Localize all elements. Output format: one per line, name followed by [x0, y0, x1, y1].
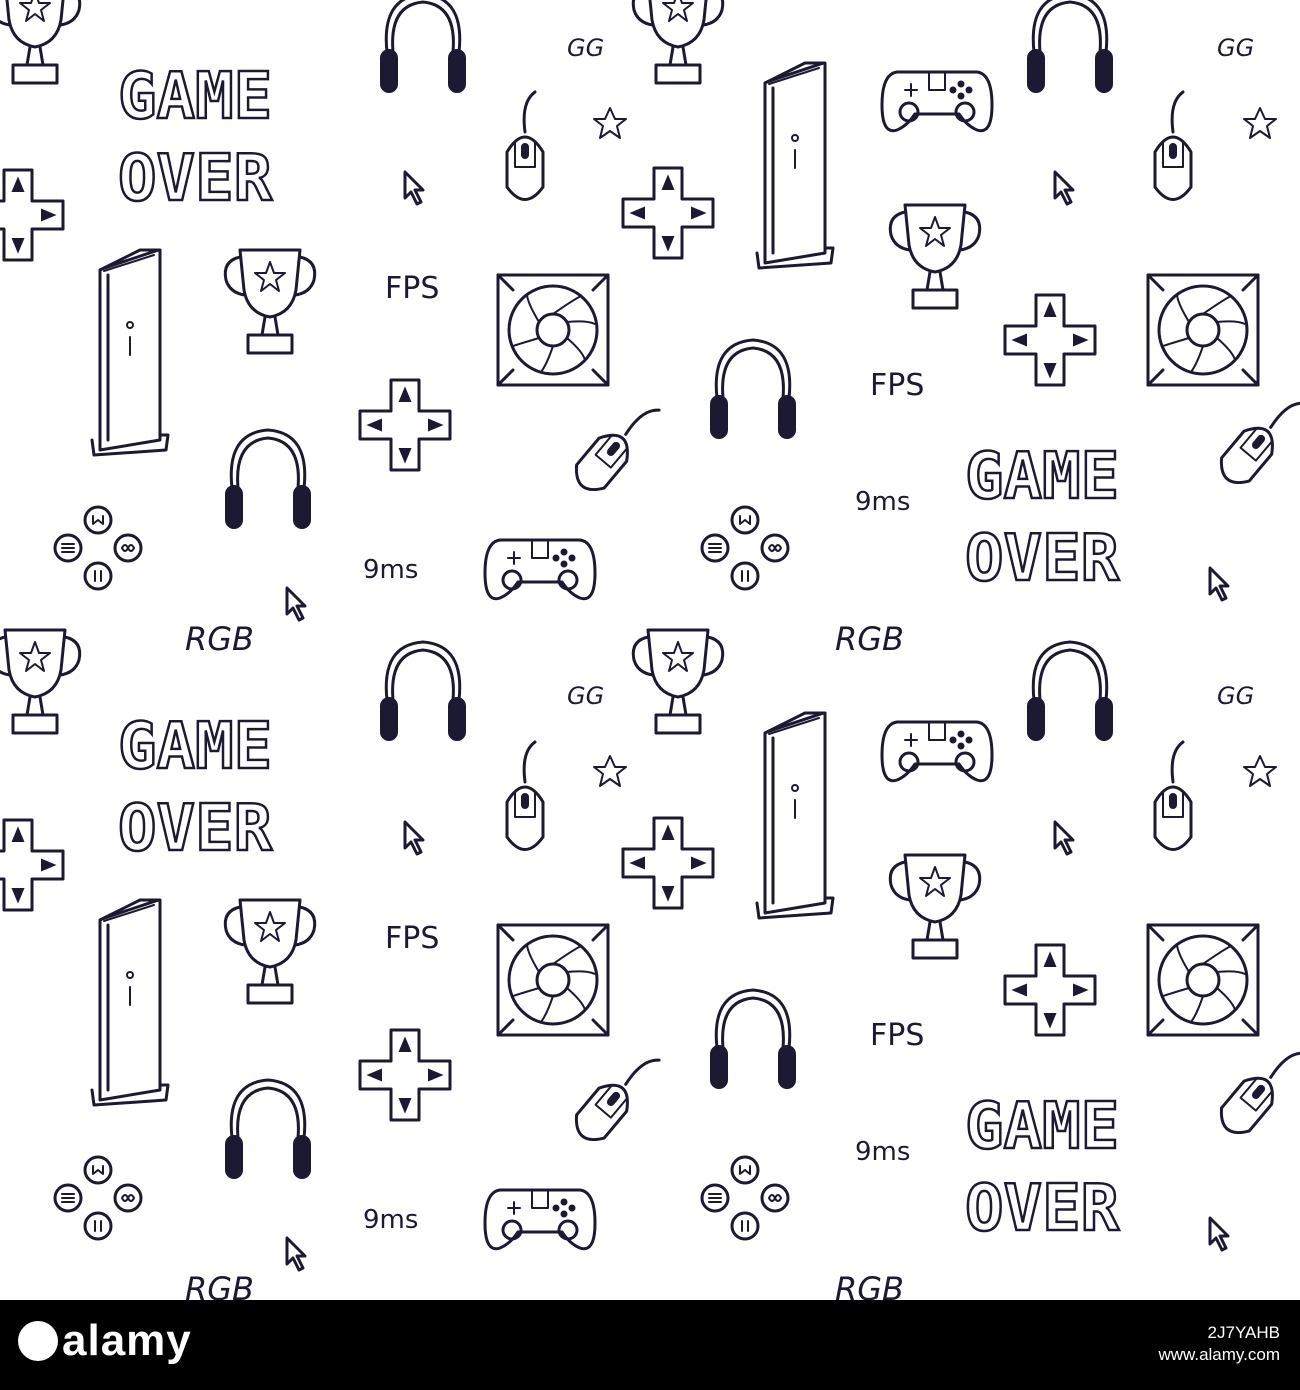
latency-text: 9ms: [855, 487, 910, 517]
gamepad-icon: [880, 720, 994, 783]
dpad-icon: [0, 168, 65, 262]
console-tower-icon: [90, 898, 170, 1107]
latency-text: 9ms: [855, 1137, 910, 1167]
dpad-icon: [1003, 943, 1097, 1037]
cursor-arrow-icon: [285, 1236, 307, 1272]
over-text: OVER: [965, 1172, 1120, 1246]
headphones-icon: [1026, 640, 1114, 742]
gg-text: GG: [567, 34, 604, 62]
trophy-icon: [223, 898, 317, 1005]
dpad-icon: [358, 1028, 452, 1122]
star-icon: [593, 107, 627, 139]
over-text: OVER: [118, 792, 273, 866]
latency-text: 9ms: [363, 1205, 418, 1235]
logo-badge-icon: [18, 1321, 58, 1361]
over-text: OVER: [965, 522, 1120, 596]
mouse-icon: [1153, 90, 1193, 201]
cooling-fan-icon: [1146, 273, 1260, 387]
doodle-pattern: GAME OVER GAME OVER GAME OVER GAME OVER …: [0, 0, 1300, 1300]
fps-text: FPS: [385, 921, 439, 956]
console-tower-icon: [755, 61, 835, 270]
fps-text: FPS: [870, 368, 924, 403]
trophy-icon: [0, 0, 82, 85]
headphones-icon: [379, 0, 467, 94]
cursor-arrow-icon: [1053, 820, 1075, 856]
mouse-icon: [1153, 740, 1193, 851]
stock-credit: 2J7YAHB www.alamy.com: [1158, 1322, 1280, 1366]
site-url: www.alamy.com: [1158, 1345, 1280, 1364]
dpad-icon: [358, 378, 452, 472]
cursor-arrow-icon: [1208, 1216, 1230, 1252]
action-buttons-icon: [700, 1155, 790, 1241]
mouse-icon: [1212, 383, 1300, 493]
cursor-arrow-icon: [1053, 170, 1075, 206]
action-buttons-icon: [700, 505, 790, 591]
console-tower-icon: [90, 248, 170, 457]
gg-text: GG: [1217, 34, 1254, 62]
mouse-icon: [505, 740, 545, 851]
dpad-icon: [1003, 293, 1097, 387]
trophy-icon: [223, 248, 317, 355]
cooling-fan-icon: [1146, 923, 1260, 1037]
cooling-fan-icon: [496, 273, 610, 387]
game-text: GAME: [118, 60, 272, 134]
dpad-icon: [0, 818, 65, 912]
image-id: 2J7YAHB: [1207, 1323, 1280, 1342]
trophy-icon: [631, 628, 725, 735]
fps-text: FPS: [870, 1018, 924, 1053]
latency-text: 9ms: [363, 555, 418, 585]
cursor-arrow-icon: [1208, 566, 1230, 602]
dpad-icon: [621, 816, 715, 910]
star-icon: [1243, 107, 1277, 139]
rgb-text: RGB: [835, 620, 904, 658]
gg-text: GG: [1217, 682, 1254, 710]
cursor-arrow-icon: [403, 820, 425, 856]
cursor-arrow-icon: [403, 170, 425, 206]
cursor-arrow-icon: [285, 586, 307, 622]
headphones-icon: [224, 428, 312, 530]
rgb-text: RGB: [185, 620, 254, 658]
game-text: GAME: [965, 1090, 1119, 1164]
star-icon: [1243, 755, 1277, 787]
trophy-icon: [888, 203, 982, 310]
dpad-icon: [621, 166, 715, 260]
headphones-icon: [709, 988, 797, 1090]
game-text: GAME: [118, 710, 272, 784]
action-buttons-icon: [53, 1155, 143, 1241]
rgb-text: RGB: [185, 1270, 254, 1300]
trophy-icon: [0, 628, 82, 735]
headphones-icon: [224, 1078, 312, 1180]
rgb-text: RGB: [835, 1270, 904, 1300]
gg-text: GG: [567, 682, 604, 710]
headphones-icon: [1026, 0, 1114, 94]
headphones-icon: [379, 640, 467, 742]
cooling-fan-icon: [496, 923, 610, 1037]
trophy-icon: [631, 0, 725, 85]
mouse-icon: [1212, 1033, 1300, 1143]
stock-logo: alamy: [18, 1316, 192, 1366]
mouse-icon: [567, 390, 667, 500]
action-buttons-icon: [53, 505, 143, 591]
trophy-icon: [888, 853, 982, 960]
headphones-icon: [709, 338, 797, 440]
mouse-icon: [567, 1040, 667, 1150]
console-tower-icon: [755, 711, 835, 920]
stock-watermark-bar: alamy 2J7YAHB www.alamy.com: [0, 1300, 1300, 1390]
mouse-icon: [505, 90, 545, 201]
game-text: GAME: [965, 440, 1119, 514]
over-text: OVER: [118, 142, 273, 216]
gamepad-icon: [880, 70, 994, 133]
fps-text: FPS: [385, 271, 439, 306]
gamepad-icon: [483, 538, 597, 601]
gamepad-icon: [483, 1188, 597, 1251]
star-icon: [593, 755, 627, 787]
